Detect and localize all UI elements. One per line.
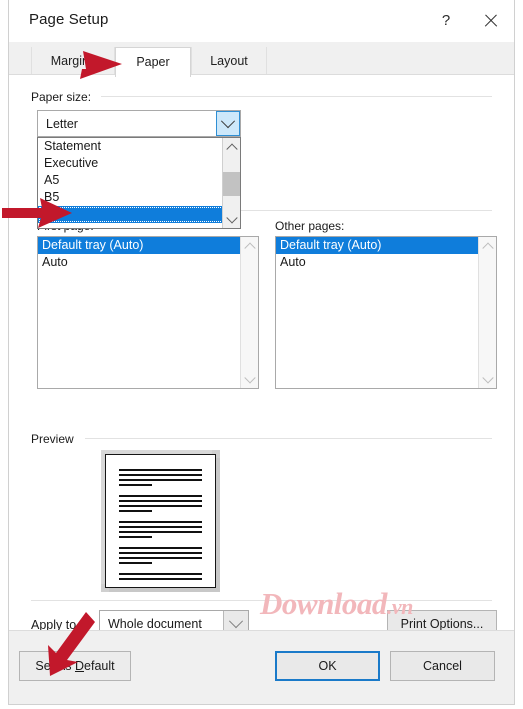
help-button[interactable]: ? [426, 0, 466, 41]
apply-to-value: Whole document [108, 616, 202, 631]
scroll-up-icon[interactable] [479, 237, 496, 254]
title-bar: Page Setup ? [9, 0, 514, 43]
preview-group-rule [85, 438, 492, 439]
dropdown-option-a4[interactable]: A4 [38, 206, 240, 223]
dropdown-option-executive[interactable]: Executive [38, 155, 240, 172]
tab-paper[interactable]: Paper [115, 47, 191, 77]
scroll-up-icon[interactable] [223, 138, 240, 155]
dropdown-scrollbar[interactable] [222, 138, 240, 228]
first-page-scrollbar[interactable] [240, 237, 258, 388]
set-as-default-button[interactable]: Set As Default [19, 651, 131, 681]
close-button[interactable] [470, 0, 510, 41]
paper-size-value: Letter [46, 116, 78, 131]
other-pages-label: Other pages: [275, 219, 351, 233]
question-mark-icon: ? [441, 12, 451, 29]
close-icon [483, 13, 498, 28]
preview-group-label: Preview [31, 432, 80, 446]
paper-tab-panel: Paper size: Letter Statement Executive A… [9, 75, 514, 637]
other-pages-scrollbar[interactable] [478, 237, 496, 388]
paper-size-group-label: Paper size: [31, 90, 98, 104]
first-page-item-auto[interactable]: Auto [38, 254, 258, 271]
tab-strip: Margins Layout Paper [9, 42, 514, 77]
dropdown-option-a5[interactable]: A5 [38, 172, 240, 189]
tab-margins[interactable]: Margins [31, 47, 115, 75]
page-preview [105, 454, 216, 588]
watermark: Download.vn [260, 586, 413, 621]
scroll-down-icon[interactable] [479, 371, 496, 388]
scroll-down-icon[interactable] [241, 371, 258, 388]
other-pages-listbox[interactable]: Default tray (Auto) Auto [275, 236, 497, 389]
dropdown-option-b5[interactable]: B5 [38, 189, 240, 206]
scroll-down-icon[interactable] [223, 211, 240, 228]
other-pages-item-default-tray[interactable]: Default tray (Auto) [276, 237, 496, 254]
other-pages-item-auto[interactable]: Auto [276, 254, 496, 271]
paper-size-dropdown-list[interactable]: Statement Executive A5 B5 A4 [37, 137, 241, 229]
page-title: Page Setup [29, 11, 109, 28]
footer-bar: Set As Default OK Cancel [9, 631, 514, 704]
first-page-item-default-tray[interactable]: Default tray (Auto) [38, 237, 258, 254]
paper-size-group-rule [101, 96, 492, 97]
dropdown-option-statement[interactable]: Statement [38, 138, 240, 155]
ok-button[interactable]: OK [275, 651, 380, 681]
scroll-up-icon[interactable] [241, 237, 258, 254]
scrollbar-thumb[interactable] [223, 172, 240, 196]
tab-layout[interactable]: Layout [191, 47, 267, 75]
cancel-button[interactable]: Cancel [390, 651, 495, 681]
first-page-listbox[interactable]: Default tray (Auto) Auto [37, 236, 259, 389]
chevron-down-icon[interactable] [216, 111, 240, 136]
paper-size-combobox[interactable]: Letter [37, 110, 241, 137]
